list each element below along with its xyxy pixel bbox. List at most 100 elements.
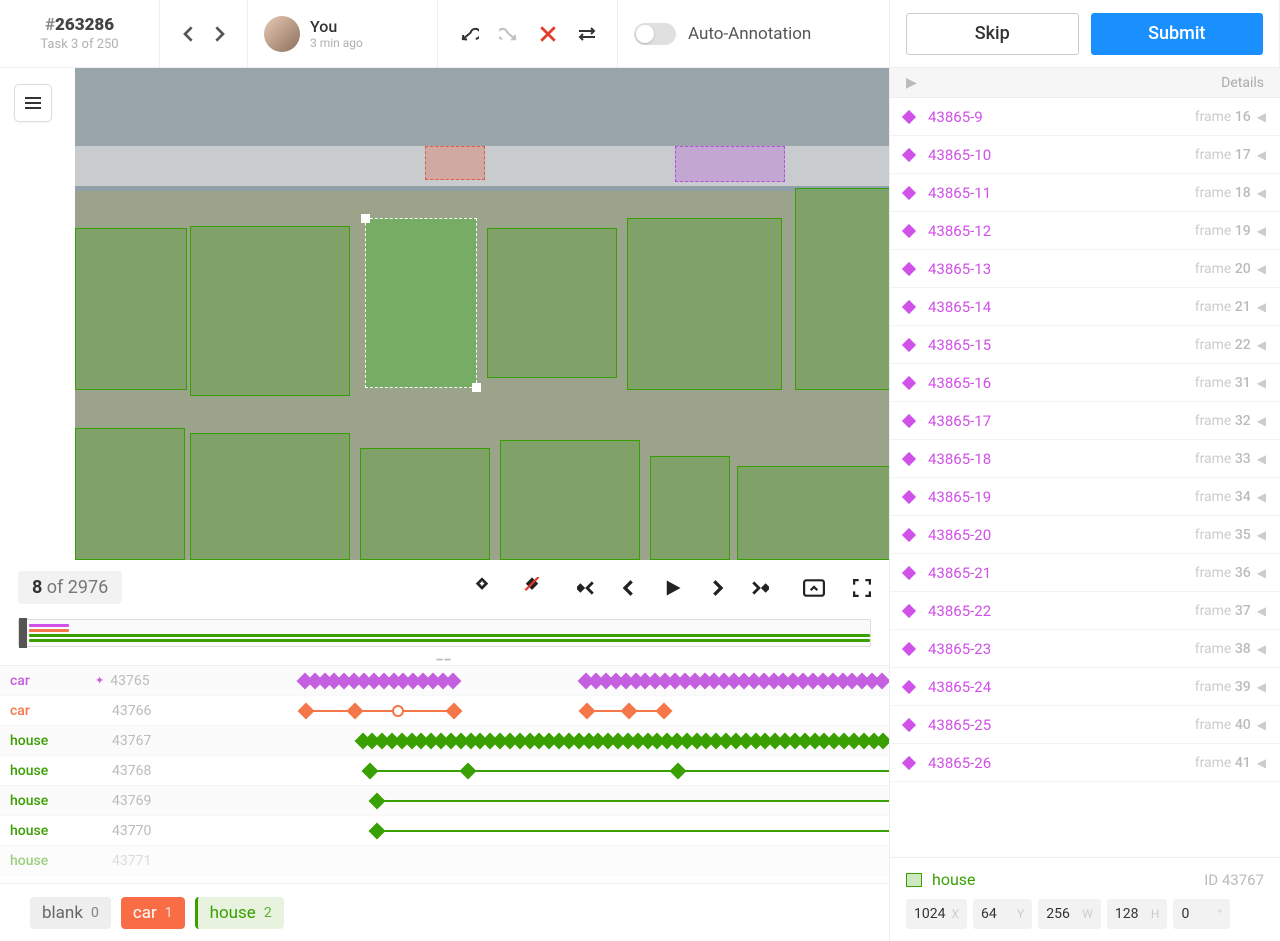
track-lane[interactable] — [187, 816, 889, 845]
caret-left-icon[interactable]: ◀ — [1257, 452, 1266, 466]
caret-left-icon[interactable]: ◀ — [1257, 414, 1266, 428]
redo-button[interactable] — [499, 24, 519, 44]
region-item[interactable]: 43865-10frame 17◀ — [890, 136, 1280, 174]
track-row[interactable]: house 43769 — [0, 786, 889, 816]
caret-left-icon[interactable]: ◀ — [1257, 300, 1266, 314]
submit-button[interactable]: Submit — [1091, 13, 1263, 55]
bbox-car-2[interactable] — [675, 146, 785, 182]
caret-left-icon[interactable]: ◀ — [1257, 186, 1266, 200]
timeline-overview[interactable] — [18, 619, 871, 647]
region-item[interactable]: 43865-19frame 34◀ — [890, 478, 1280, 516]
region-item[interactable]: 43865-21frame 36◀ — [890, 554, 1280, 592]
caret-left-icon[interactable]: ◀ — [1257, 528, 1266, 542]
caret-left-icon[interactable]: ◀ — [1257, 642, 1266, 656]
caret-left-icon[interactable]: ◀ — [1257, 262, 1266, 276]
caret-left-icon[interactable]: ◀ — [1257, 224, 1266, 238]
caret-left-icon[interactable]: ◀ — [1257, 376, 1266, 390]
caret-left-icon[interactable]: ◀ — [1257, 490, 1266, 504]
undo-button[interactable] — [459, 24, 479, 44]
w-input[interactable]: 256W — [1038, 899, 1101, 929]
bbox-car-1[interactable] — [425, 146, 485, 180]
expand-icon[interactable]: ▶ — [906, 75, 917, 91]
region-item[interactable]: 43865-13frame 20◀ — [890, 250, 1280, 288]
region-item[interactable]: 43865-22frame 37◀ — [890, 592, 1280, 630]
caret-left-icon[interactable]: ◀ — [1257, 338, 1266, 352]
bbox-house[interactable] — [75, 228, 187, 390]
region-item[interactable]: 43865-25frame 40◀ — [890, 706, 1280, 744]
chip-car[interactable]: car1 — [121, 897, 185, 929]
region-item[interactable]: 43865-14frame 21◀ — [890, 288, 1280, 326]
bbox-house[interactable] — [190, 226, 350, 396]
track-lane[interactable] — [187, 726, 889, 755]
track-lane[interactable] — [187, 696, 889, 725]
timeline-playhead[interactable] — [19, 618, 27, 648]
next-frame-button[interactable] — [711, 580, 723, 596]
track-row[interactable]: house 43768 — [0, 756, 889, 786]
caret-left-icon[interactable]: ◀ — [1257, 110, 1266, 124]
track-label: house — [0, 733, 95, 749]
bbox-house[interactable] — [487, 228, 617, 378]
x-input[interactable]: 1024X — [906, 899, 967, 929]
r-input[interactable]: 0° — [1173, 899, 1229, 929]
region-item[interactable]: 43865-16frame 31◀ — [890, 364, 1280, 402]
region-item[interactable]: 43865-24frame 39◀ — [890, 668, 1280, 706]
caret-left-icon[interactable]: ◀ — [1257, 718, 1266, 732]
next-task-button[interactable] — [213, 26, 225, 42]
caret-left-icon[interactable]: ◀ — [1257, 604, 1266, 618]
last-frame-button[interactable] — [751, 580, 769, 596]
bbox-house[interactable] — [75, 428, 185, 560]
bbox-house[interactable] — [500, 440, 640, 560]
region-item[interactable]: 43865-15frame 22◀ — [890, 326, 1280, 364]
track-row[interactable]: car ✦ 43765 p:17-38,57-100 — [0, 666, 889, 696]
swap-button[interactable] — [577, 25, 597, 43]
bbox-house[interactable] — [737, 466, 889, 560]
region-item[interactable]: 43865-17frame 32◀ — [890, 402, 1280, 440]
skip-button[interactable]: Skip — [906, 13, 1079, 55]
chip-blank[interactable]: blank0 — [30, 897, 111, 929]
track-row[interactable]: house 43770 — [0, 816, 889, 846]
track-lane[interactable]: p:17-38,57-100 — [185, 666, 889, 695]
region-item[interactable]: 43865-26frame 41◀ — [890, 744, 1280, 782]
bbox-house[interactable] — [650, 456, 730, 560]
prev-frame-button[interactable] — [623, 580, 635, 596]
caret-left-icon[interactable]: ◀ — [1257, 148, 1266, 162]
caret-left-icon[interactable]: ◀ — [1257, 756, 1266, 770]
y-input[interactable]: 64Y — [973, 899, 1032, 929]
track-row[interactable]: house 43771 — [0, 846, 889, 876]
region-item[interactable]: 43865-11frame 18◀ — [890, 174, 1280, 212]
prev-task-button[interactable] — [183, 26, 195, 42]
track-row[interactable]: house 43767 — [0, 726, 889, 756]
track-lane[interactable] — [187, 786, 889, 815]
track-row[interactable]: car 43766 — [0, 696, 889, 726]
collapse-panel-button[interactable] — [803, 579, 825, 597]
remove-keyframe-button[interactable] — [521, 577, 543, 599]
bbox-house[interactable] — [360, 448, 490, 560]
h-input[interactable]: 128H — [1107, 899, 1168, 929]
track-lane[interactable] — [187, 756, 889, 785]
user-avatar[interactable] — [264, 16, 300, 52]
play-button[interactable] — [663, 578, 683, 598]
bbox-house[interactable] — [627, 218, 782, 390]
add-keyframe-button[interactable] — [471, 577, 493, 599]
region-item[interactable]: 43865-20frame 35◀ — [890, 516, 1280, 554]
menu-button[interactable] — [14, 84, 52, 122]
region-id: 43865-25 — [928, 716, 1195, 734]
panel-resize-handle[interactable]: ━━ — [0, 655, 889, 665]
auto-annotation-toggle[interactable] — [634, 23, 676, 45]
bbox-house[interactable] — [795, 188, 889, 390]
region-item[interactable]: 43865-9frame 16◀ — [890, 98, 1280, 136]
fullscreen-button[interactable] — [853, 579, 871, 597]
caret-left-icon[interactable]: ◀ — [1257, 680, 1266, 694]
bbox-house[interactable] — [190, 433, 350, 560]
region-item[interactable]: 43865-18frame 33◀ — [890, 440, 1280, 478]
chip-house[interactable]: house2 — [195, 897, 284, 929]
region-item[interactable]: 43865-23frame 38◀ — [890, 630, 1280, 668]
region-item[interactable]: 43865-12frame 19◀ — [890, 212, 1280, 250]
bbox-house-selected[interactable] — [365, 218, 477, 388]
caret-left-icon[interactable]: ◀ — [1257, 566, 1266, 580]
annotation-canvas[interactable] — [0, 68, 889, 560]
delete-button[interactable] — [539, 25, 557, 43]
first-frame-button[interactable] — [577, 580, 595, 596]
details-header[interactable]: ▶ Details — [890, 68, 1280, 98]
frame-counter[interactable]: 8 of 2976 — [18, 571, 122, 604]
